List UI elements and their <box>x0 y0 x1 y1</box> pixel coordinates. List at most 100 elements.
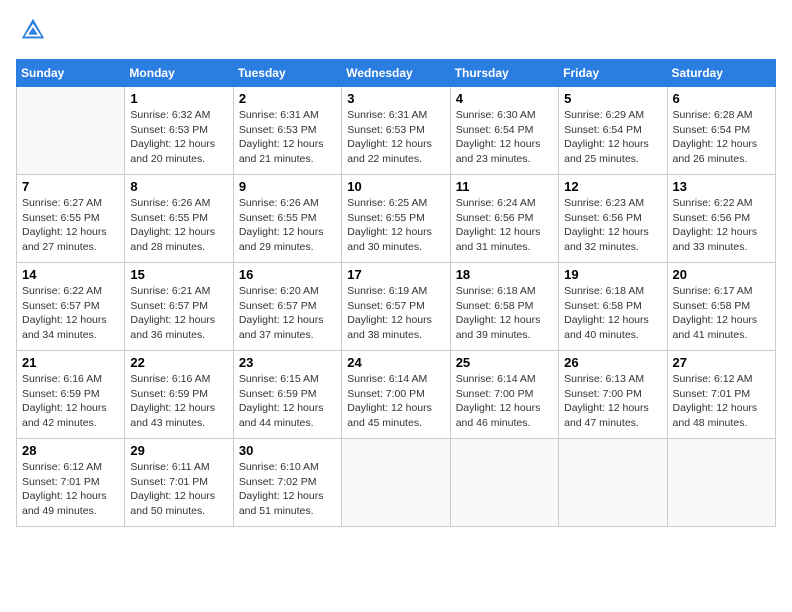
calendar-cell: 27 Sunrise: 6:12 AM Sunset: 7:01 PM Dayli… <box>667 351 775 439</box>
day-number: 18 <box>456 267 553 282</box>
day-info: Sunrise: 6:18 AM Sunset: 6:58 PM Dayligh… <box>564 284 661 343</box>
day-number: 28 <box>22 443 119 458</box>
day-number: 5 <box>564 91 661 106</box>
calendar-cell: 28 Sunrise: 6:12 AM Sunset: 7:01 PM Dayli… <box>17 439 125 527</box>
day-info: Sunrise: 6:12 AM Sunset: 7:01 PM Dayligh… <box>673 372 770 431</box>
day-info: Sunrise: 6:27 AM Sunset: 6:55 PM Dayligh… <box>22 196 119 255</box>
calendar-cell: 26 Sunrise: 6:13 AM Sunset: 7:00 PM Dayli… <box>559 351 667 439</box>
calendar-cell: 29 Sunrise: 6:11 AM Sunset: 7:01 PM Dayli… <box>125 439 233 527</box>
day-number: 19 <box>564 267 661 282</box>
calendar-cell: 1 Sunrise: 6:32 AM Sunset: 6:53 PM Daylig… <box>125 87 233 175</box>
calendar-cell: 13 Sunrise: 6:22 AM Sunset: 6:56 PM Dayli… <box>667 175 775 263</box>
weekday-header-wednesday: Wednesday <box>342 60 450 87</box>
day-number: 16 <box>239 267 336 282</box>
calendar-cell: 21Sunrise: 6:16 AM Sunset: 6:59 PM Dayli… <box>17 351 125 439</box>
day-info: Sunrise: 6:32 AM Sunset: 6:53 PM Dayligh… <box>130 108 227 167</box>
day-number: 7 <box>22 179 119 194</box>
day-number: 12 <box>564 179 661 194</box>
calendar-table: SundayMondayTuesdayWednesdayThursdayFrid… <box>16 59 776 527</box>
calendar-cell: 15 Sunrise: 6:21 AM Sunset: 6:57 PM Dayli… <box>125 263 233 351</box>
calendar-cell: 12 Sunrise: 6:23 AM Sunset: 6:56 PM Dayli… <box>559 175 667 263</box>
day-info: Sunrise: 6:25 AM Sunset: 6:55 PM Dayligh… <box>347 196 444 255</box>
calendar-cell <box>450 439 558 527</box>
calendar-cell: 10 Sunrise: 6:25 AM Sunset: 6:55 PM Dayli… <box>342 175 450 263</box>
calendar-cell: 2 Sunrise: 6:31 AM Sunset: 6:53 PM Daylig… <box>233 87 341 175</box>
calendar-cell: 20Sunrise: 6:17 AM Sunset: 6:58 PM Dayli… <box>667 263 775 351</box>
page-header <box>16 16 776 49</box>
day-info: Sunrise: 6:19 AM Sunset: 6:57 PM Dayligh… <box>347 284 444 343</box>
day-number: 30 <box>239 443 336 458</box>
day-info: Sunrise: 6:31 AM Sunset: 6:53 PM Dayligh… <box>239 108 336 167</box>
calendar-cell <box>559 439 667 527</box>
day-info: Sunrise: 6:17 AM Sunset: 6:58 PM Dayligh… <box>673 284 770 343</box>
day-number: 9 <box>239 179 336 194</box>
calendar-cell: 18 Sunrise: 6:18 AM Sunset: 6:58 PM Dayli… <box>450 263 558 351</box>
day-number: 10 <box>347 179 444 194</box>
weekday-header-sunday: Sunday <box>17 60 125 87</box>
logo <box>16 16 51 49</box>
day-info: Sunrise: 6:22 AM Sunset: 6:57 PM Dayligh… <box>22 284 119 343</box>
calendar-week-row: 28 Sunrise: 6:12 AM Sunset: 7:01 PM Dayli… <box>17 439 776 527</box>
calendar-cell: 17Sunrise: 6:19 AM Sunset: 6:57 PM Dayli… <box>342 263 450 351</box>
calendar-cell: 3 Sunrise: 6:31 AM Sunset: 6:53 PM Daylig… <box>342 87 450 175</box>
calendar-week-row: 7 Sunrise: 6:27 AM Sunset: 6:55 PM Daylig… <box>17 175 776 263</box>
day-number: 13 <box>673 179 770 194</box>
calendar-cell: 4Sunrise: 6:30 AM Sunset: 6:54 PM Daylig… <box>450 87 558 175</box>
calendar-cell: 8Sunrise: 6:26 AM Sunset: 6:55 PM Daylig… <box>125 175 233 263</box>
weekday-header-row: SundayMondayTuesdayWednesdayThursdayFrid… <box>17 60 776 87</box>
calendar-week-row: 1 Sunrise: 6:32 AM Sunset: 6:53 PM Daylig… <box>17 87 776 175</box>
day-number: 24 <box>347 355 444 370</box>
day-info: Sunrise: 6:13 AM Sunset: 7:00 PM Dayligh… <box>564 372 661 431</box>
day-number: 25 <box>456 355 553 370</box>
day-info: Sunrise: 6:16 AM Sunset: 6:59 PM Dayligh… <box>130 372 227 431</box>
day-number: 15 <box>130 267 227 282</box>
calendar-cell <box>342 439 450 527</box>
calendar-cell: 6Sunrise: 6:28 AM Sunset: 6:54 PM Daylig… <box>667 87 775 175</box>
calendar-cell: 16 Sunrise: 6:20 AM Sunset: 6:57 PM Dayli… <box>233 263 341 351</box>
calendar-week-row: 21 Sunrise: 6:16 AM Sunset: 6:59 PM Dayli… <box>17 351 776 439</box>
calendar-cell: 9 Sunrise: 6:26 AM Sunset: 6:55 PM Daylig… <box>233 175 341 263</box>
day-info: Sunrise: 6:10 AM Sunset: 7:02 PM Dayligh… <box>239 460 336 519</box>
day-info: Sunrise: 6:18 AM Sunset: 6:58 PM Dayligh… <box>456 284 553 343</box>
calendar-cell: 30 Sunrise: 6:10 AM Sunset: 7:02 PM Dayli… <box>233 439 341 527</box>
day-info: Sunrise: 6:21 AM Sunset: 6:57 PM Dayligh… <box>130 284 227 343</box>
day-number: 29 <box>130 443 227 458</box>
day-info: Sunrise: 6:11 AM Sunset: 7:01 PM Dayligh… <box>130 460 227 519</box>
weekday-header-friday: Friday <box>559 60 667 87</box>
day-info: Sunrise: 6:29 AM Sunset: 6:54 PM Dayligh… <box>564 108 661 167</box>
day-number: 23 <box>239 355 336 370</box>
calendar-cell <box>667 439 775 527</box>
day-number: 21 <box>22 355 119 370</box>
calendar-cell: 23 Sunrise: 6:15 AM Sunset: 6:59 PM Dayli… <box>233 351 341 439</box>
day-number: 3 <box>347 91 444 106</box>
day-info: Sunrise: 6:30 AM Sunset: 6:54 PM Dayligh… <box>456 108 553 167</box>
day-number: 11 <box>456 179 553 194</box>
day-info: Sunrise: 6:24 AM Sunset: 6:56 PM Dayligh… <box>456 196 553 255</box>
day-info: Sunrise: 6:28 AM Sunset: 6:54 PM Dayligh… <box>673 108 770 167</box>
day-info: Sunrise: 6:26 AM Sunset: 6:55 PM Dayligh… <box>239 196 336 255</box>
calendar-cell <box>17 87 125 175</box>
weekday-header-monday: Monday <box>125 60 233 87</box>
calendar-cell: 25Sunrise: 6:14 AM Sunset: 7:00 PM Dayli… <box>450 351 558 439</box>
day-info: Sunrise: 6:26 AM Sunset: 6:55 PM Dayligh… <box>130 196 227 255</box>
day-info: Sunrise: 6:31 AM Sunset: 6:53 PM Dayligh… <box>347 108 444 167</box>
day-info: Sunrise: 6:12 AM Sunset: 7:01 PM Dayligh… <box>22 460 119 519</box>
day-number: 22 <box>130 355 227 370</box>
day-number: 1 <box>130 91 227 106</box>
day-info: Sunrise: 6:15 AM Sunset: 6:59 PM Dayligh… <box>239 372 336 431</box>
day-info: Sunrise: 6:22 AM Sunset: 6:56 PM Dayligh… <box>673 196 770 255</box>
day-info: Sunrise: 6:23 AM Sunset: 6:56 PM Dayligh… <box>564 196 661 255</box>
day-number: 2 <box>239 91 336 106</box>
calendar-cell: 11 Sunrise: 6:24 AM Sunset: 6:56 PM Dayli… <box>450 175 558 263</box>
weekday-header-saturday: Saturday <box>667 60 775 87</box>
calendar-cell: 7 Sunrise: 6:27 AM Sunset: 6:55 PM Daylig… <box>17 175 125 263</box>
calendar-cell: 22 Sunrise: 6:16 AM Sunset: 6:59 PM Dayli… <box>125 351 233 439</box>
weekday-header-tuesday: Tuesday <box>233 60 341 87</box>
calendar-cell: 5 Sunrise: 6:29 AM Sunset: 6:54 PM Daylig… <box>559 87 667 175</box>
day-info: Sunrise: 6:20 AM Sunset: 6:57 PM Dayligh… <box>239 284 336 343</box>
day-number: 27 <box>673 355 770 370</box>
calendar-cell: 14Sunrise: 6:22 AM Sunset: 6:57 PM Dayli… <box>17 263 125 351</box>
calendar-week-row: 14Sunrise: 6:22 AM Sunset: 6:57 PM Dayli… <box>17 263 776 351</box>
calendar-cell: 19 Sunrise: 6:18 AM Sunset: 6:58 PM Dayli… <box>559 263 667 351</box>
day-number: 26 <box>564 355 661 370</box>
